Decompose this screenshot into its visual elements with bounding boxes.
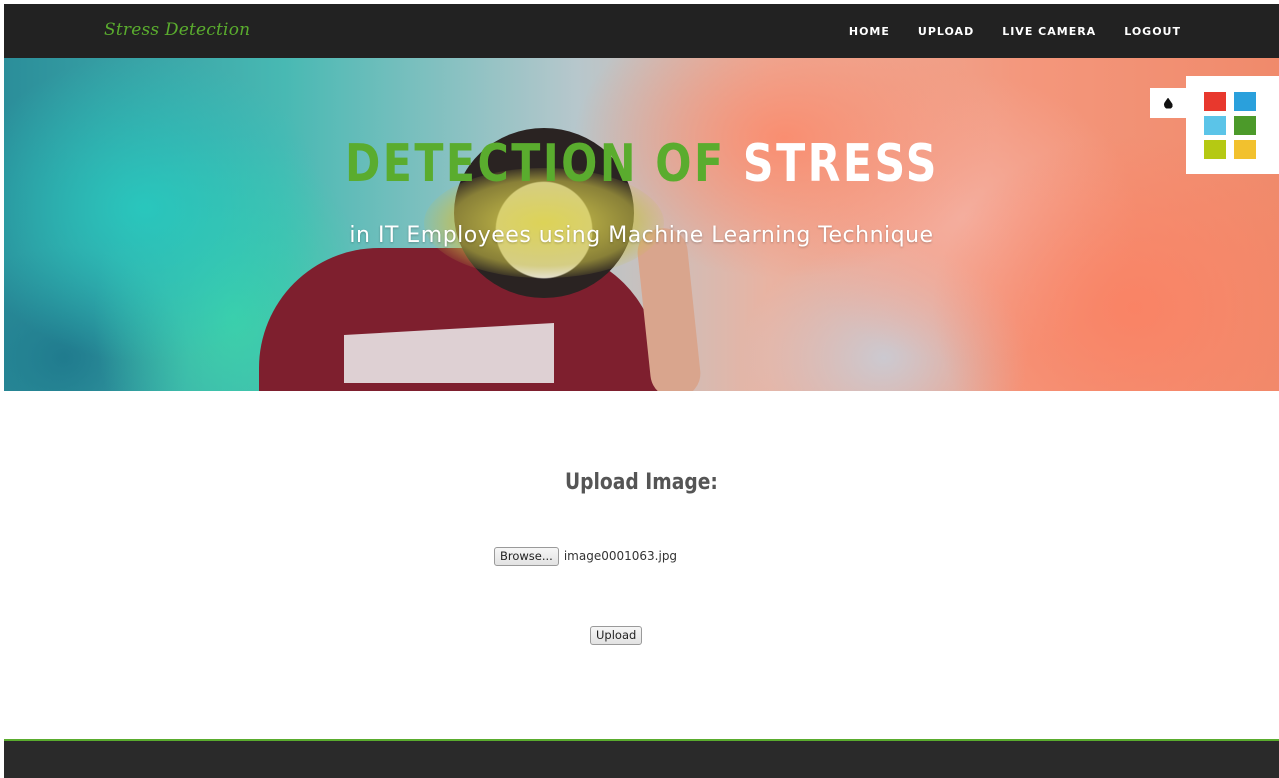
swatch-green[interactable] [1234,116,1256,135]
swatch-red[interactable] [1204,92,1226,111]
swatch-lime[interactable] [1204,140,1226,159]
hero-banner: DETECTION OF STRESS in IT Employees usin… [4,58,1279,391]
hero-title: DETECTION OF STRESS [119,134,1165,194]
selected-file-name: image0001063.jpg [563,549,678,563]
drop-icon [1163,97,1173,109]
navbar: Stress Detection HOME UPLOAD LIVE CAMERA… [4,4,1279,58]
swatch-blue[interactable] [1234,92,1256,111]
nav-home[interactable]: HOME [849,25,890,38]
footer [4,739,1279,778]
nav-logout[interactable]: LOGOUT [1124,25,1181,38]
swatch-light-blue[interactable] [1204,116,1226,135]
style-switcher-toggle[interactable] [1150,88,1186,118]
upload-button-wrap: Upload [590,626,643,645]
upload-heading: Upload Image: [564,470,718,495]
swatch-yellow[interactable] [1234,140,1256,159]
nav-live-camera[interactable]: LIVE CAMERA [1002,25,1096,38]
nav-upload[interactable]: UPLOAD [918,25,974,38]
upload-button[interactable]: Upload [590,626,643,645]
hero-subtitle: in IT Employees using Machine Learning T… [349,223,934,248]
hero-title-white: STRESS [742,134,939,194]
file-input[interactable]: Browse... image0001063.jpg [494,546,677,566]
page: Stress Detection HOME UPLOAD LIVE CAMERA… [4,4,1279,778]
nav-links: HOME UPLOAD LIVE CAMERA LOGOUT [849,4,1181,58]
hero-title-green: DETECTION OF [344,134,726,194]
color-swatch-panel [1186,76,1279,174]
browse-button[interactable]: Browse... [494,546,559,566]
brand-logo[interactable]: Stress Detection [104,20,250,40]
